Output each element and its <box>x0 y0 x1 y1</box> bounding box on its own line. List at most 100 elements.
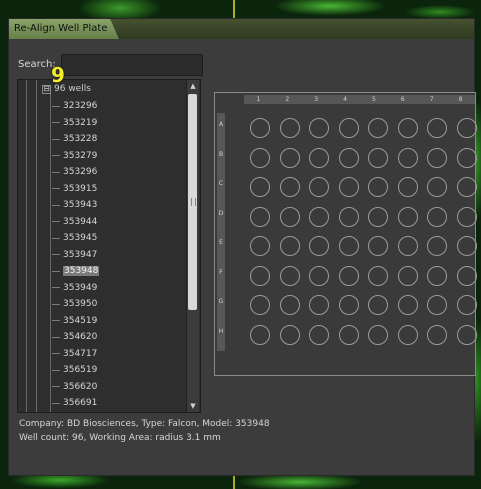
well-C4[interactable] <box>338 177 359 197</box>
scroll-down-icon[interactable]: ▼ <box>189 402 197 410</box>
well-A3[interactable] <box>309 118 329 138</box>
tree-scrollbar[interactable]: ▲ ▼ <box>186 80 199 412</box>
tree-item[interactable]: 353947 <box>52 247 182 264</box>
tree-item[interactable]: 353949 <box>52 280 182 297</box>
well-B4[interactable] <box>338 147 359 168</box>
well-G1[interactable] <box>250 295 270 315</box>
tree-item[interactable]: 356620 <box>52 379 182 396</box>
well-E2[interactable] <box>279 236 300 256</box>
well-D7[interactable] <box>427 206 447 227</box>
well-F8[interactable] <box>456 265 477 286</box>
tree-item[interactable]: 353279 <box>52 148 182 165</box>
well-H8[interactable] <box>456 324 477 345</box>
well-C8[interactable] <box>456 177 477 197</box>
well-C1[interactable] <box>250 177 270 197</box>
scroll-up-icon[interactable]: ▲ <box>189 82 197 90</box>
well-H1[interactable] <box>250 324 270 345</box>
row-label: G <box>218 298 224 305</box>
tree-connector <box>52 320 60 322</box>
well-H3[interactable] <box>309 324 329 345</box>
tree-item[interactable]: 353219 <box>52 115 182 132</box>
tree-item[interactable]: 354620 <box>52 329 182 346</box>
well-H7[interactable] <box>427 324 447 345</box>
well-F2[interactable] <box>279 265 300 286</box>
well-G2[interactable] <box>279 295 300 315</box>
well-E3[interactable] <box>309 236 329 256</box>
well-H4[interactable] <box>338 324 359 345</box>
well-A6[interactable] <box>397 118 418 138</box>
tree-item[interactable]: 356691 <box>52 395 182 412</box>
tree-item[interactable]: 354717 <box>52 346 182 363</box>
well-A5[interactable] <box>368 118 388 138</box>
well-C5[interactable] <box>368 177 388 197</box>
well-E7[interactable] <box>427 236 447 256</box>
tree-item[interactable]: 354519 <box>52 313 182 330</box>
well-E5[interactable] <box>368 236 388 256</box>
well-A2[interactable] <box>279 118 300 138</box>
plate-tree[interactable]: ⊟ 96 wells 323296 353219 353228 353279 35329… <box>17 79 201 413</box>
well-H6[interactable] <box>397 324 418 345</box>
well-G3[interactable] <box>309 295 329 315</box>
tree-item[interactable]: 353948 <box>52 263 182 280</box>
well-B5[interactable] <box>368 147 388 168</box>
well-C7[interactable] <box>427 177 447 197</box>
well-F7[interactable] <box>427 265 447 286</box>
tree-root-96-wells[interactable]: ⊟ 96 wells <box>42 84 91 94</box>
tree-connector <box>52 122 60 124</box>
well-A4[interactable] <box>338 118 359 138</box>
well-F3[interactable] <box>309 265 329 286</box>
well-B1[interactable] <box>250 147 270 168</box>
well-D3[interactable] <box>309 206 329 227</box>
well-D2[interactable] <box>279 206 300 227</box>
tree-item[interactable]: 353943 <box>52 197 182 214</box>
well-B8[interactable] <box>456 147 477 168</box>
well-D5[interactable] <box>368 206 388 227</box>
tree-item[interactable]: 353915 <box>52 181 182 198</box>
well-plate-view[interactable]: 1 2 3 4 5 6 7 8 A B C D E F G H <box>214 92 477 376</box>
well-D8[interactable] <box>456 206 477 227</box>
well-A7[interactable] <box>427 118 447 138</box>
well-B7[interactable] <box>427 147 447 168</box>
scroll-thumb[interactable] <box>188 94 197 310</box>
well-F5[interactable] <box>368 265 388 286</box>
well-F1[interactable] <box>250 265 270 286</box>
title-bar[interactable]: Re-Align Well Plate <box>9 19 474 39</box>
well-H2[interactable] <box>279 324 300 345</box>
well-D4[interactable] <box>338 206 359 227</box>
well-E8[interactable] <box>456 236 477 256</box>
well-B2[interactable] <box>279 147 300 168</box>
tree-item[interactable]: 323296 <box>52 98 182 115</box>
well-E6[interactable] <box>397 236 418 256</box>
well-G4[interactable] <box>338 295 359 315</box>
tree-item[interactable]: 353944 <box>52 214 182 231</box>
well-G6[interactable] <box>397 295 418 315</box>
well-C3[interactable] <box>309 177 329 197</box>
well-F4[interactable] <box>338 265 359 286</box>
well-B6[interactable] <box>397 147 418 168</box>
well-A1[interactable] <box>250 118 270 138</box>
tree-item-label: 353296 <box>63 167 98 178</box>
collapse-icon[interactable]: ⊟ <box>42 84 51 94</box>
tree-item[interactable]: 353950 <box>52 296 182 313</box>
tree-item[interactable]: 356519 <box>52 362 182 379</box>
tree-item[interactable]: 353228 <box>52 131 182 148</box>
tree-connector <box>52 254 60 256</box>
well-A8[interactable] <box>456 118 477 138</box>
well-F6[interactable] <box>397 265 418 286</box>
well-D6[interactable] <box>397 206 418 227</box>
tree-item[interactable]: 353296 <box>52 164 182 181</box>
tree-item-label: 356691 <box>63 398 98 409</box>
well-H5[interactable] <box>368 324 388 345</box>
well-B3[interactable] <box>309 147 329 168</box>
search-input[interactable] <box>61 54 203 76</box>
well-G7[interactable] <box>427 295 447 315</box>
well-C6[interactable] <box>397 177 418 197</box>
well-D1[interactable] <box>250 206 270 227</box>
tree-item[interactable]: 353945 <box>52 230 182 247</box>
well-E4[interactable] <box>338 236 359 256</box>
column-label: 2 <box>285 96 290 103</box>
well-G5[interactable] <box>368 295 388 315</box>
well-G8[interactable] <box>456 295 477 315</box>
well-E1[interactable] <box>250 236 270 256</box>
well-C2[interactable] <box>279 177 300 197</box>
